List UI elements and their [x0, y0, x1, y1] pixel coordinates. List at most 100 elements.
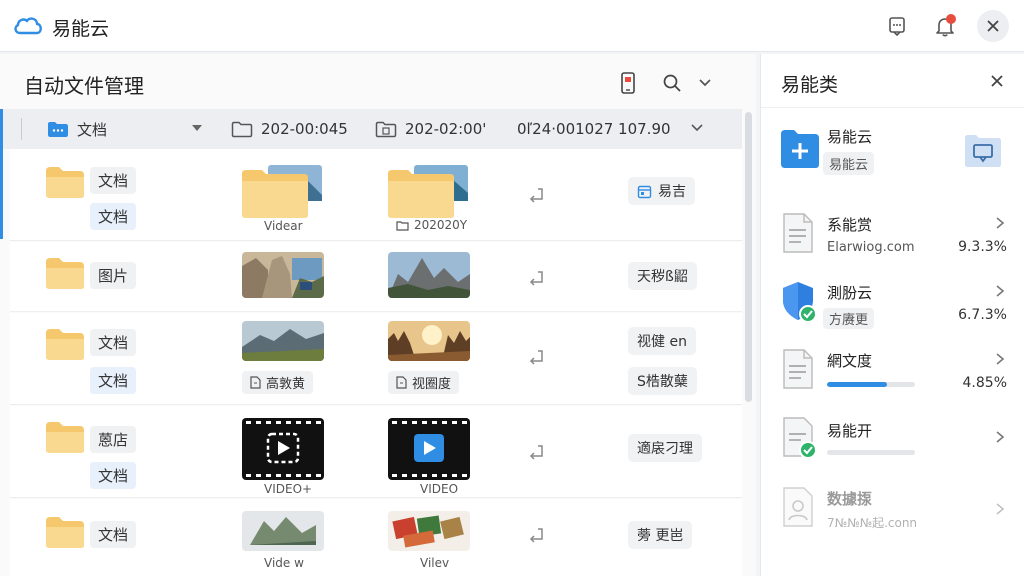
path-bar: 文档 202-00:045 202-02:00' 0ľ24·001027 107… [0, 109, 742, 149]
path-segment-3[interactable]: 202-02:00' [375, 109, 486, 149]
user-document-icon [783, 487, 813, 527]
link-icon[interactable] [524, 347, 546, 367]
folder-photo-thumbnail[interactable] [388, 163, 470, 219]
side-item-4[interactable]: 易能开 [779, 416, 1007, 466]
notifications-button[interactable] [930, 11, 960, 41]
side-item-3[interactable]: 網文度 4.85% [779, 348, 1007, 398]
status-label: S梏散蘖 [637, 374, 688, 390]
thumbnail-caption: 202020Y [414, 218, 468, 232]
calendar-icon [637, 185, 652, 198]
divider [21, 118, 22, 140]
path-segment-label: 202-02:00' [405, 120, 487, 138]
scrollbar[interactable] [745, 112, 752, 402]
title-bar: 易能云 [0, 0, 1024, 52]
thumbnail-caption: Vilev [420, 556, 450, 570]
status-chip[interactable]: 蒡 更岜 [628, 521, 693, 549]
folder-outline-icon [231, 121, 253, 138]
thumbnail-caption: 高敦黄 [266, 377, 306, 392]
file-row[interactable]: 文档 Vide w Vilev 蒡 更岜 [10, 499, 742, 576]
side-item-sub: 7№№№起.conn [827, 516, 918, 530]
document-icon [783, 349, 813, 389]
phone-icon [621, 72, 635, 94]
file-row[interactable]: 文档 文档 高敦黄 视圈度 视健 en S梏散蘖 [10, 313, 742, 405]
file-row[interactable]: 文档 文档 Videar 202020Y 易吉 [10, 149, 742, 241]
document-check-icon [783, 417, 817, 459]
file-tag: 文档 [90, 367, 137, 394]
chevron-down-icon[interactable] [691, 124, 703, 133]
link-icon[interactable] [524, 185, 546, 205]
side-item-name: 系能赏 [827, 216, 873, 234]
side-item-value: 4.85% [962, 375, 1007, 391]
notification-badge [946, 14, 956, 24]
folder-icon [46, 167, 84, 198]
progress-bar [827, 382, 915, 387]
close-icon[interactable] [988, 72, 1006, 90]
thumbnail-caption: Vide w [264, 556, 304, 570]
status-chip[interactable]: 视健 en [628, 327, 696, 355]
path-segment-4[interactable]: 0ľ24·001027 107.90 [517, 109, 671, 149]
side-item-name: 易能开 [827, 422, 873, 440]
folder-icon [46, 258, 84, 289]
status-chip[interactable]: 天秽ß鼦 [628, 262, 697, 290]
link-icon[interactable] [524, 525, 546, 545]
folder-small-icon [396, 220, 409, 231]
landscape-photo-thumbnail[interactable] [242, 321, 324, 361]
document-icon [783, 213, 813, 253]
folder-photo-thumbnail[interactable] [242, 163, 324, 219]
food-photo-thumbnail[interactable] [388, 511, 470, 551]
folder-chat-icon [48, 122, 68, 137]
side-panel-title: 易能类 [781, 74, 839, 96]
close-icon [987, 20, 999, 32]
feedback-button[interactable] [882, 11, 912, 41]
side-item-value: 9.3.3% [958, 239, 1007, 255]
path-dropdown-icon[interactable] [191, 124, 203, 133]
mountain-photo-thumbnail[interactable] [388, 252, 470, 298]
thumbnail-caption: VIDEO [420, 482, 459, 496]
side-item-2[interactable]: 測肦云 方赓更 6.7.3% [779, 280, 1007, 330]
search-button[interactable] [662, 70, 682, 96]
close-window-button[interactable] [977, 10, 1009, 42]
options-dropdown-button[interactable] [698, 70, 712, 96]
sunset-forest-thumbnail[interactable] [388, 321, 470, 361]
chevron-right-icon [996, 431, 1005, 443]
side-item-1[interactable]: 系能赏 Elarwiog.com 9.3.3% [779, 212, 1007, 262]
file-row[interactable]: 蒽店 文档 VIDEO+ VIDEO 適扆刁理 [10, 406, 742, 498]
path-segment-docs[interactable]: 文档 [47, 109, 107, 149]
side-item-cloud[interactable]: 易能云 易能云 [779, 124, 1007, 184]
cast-folder-icon[interactable] [963, 132, 1003, 168]
path-segment-label: 文档 [77, 120, 108, 139]
side-item-5[interactable]: 数據揼 7№№№起.conn [779, 486, 1007, 536]
file-row[interactable]: 图片 天秽ß鼦 [10, 242, 742, 312]
chevron-right-icon [996, 353, 1005, 365]
side-item-name: 網文度 [827, 352, 873, 370]
path-segment-2[interactable]: 202-00:045 [231, 109, 348, 149]
side-item-value: 6.7.3% [958, 307, 1007, 323]
status-chip-secondary[interactable]: S梏散蘖 [628, 367, 697, 395]
link-icon[interactable] [524, 442, 546, 462]
thumbnail-caption: Videar [264, 219, 303, 233]
thumbnail-caption: VIDEO+ [264, 482, 313, 496]
file-manager-panel: 自动文件管理 文档 202-00:045 202-02:00' 0ľ24·001… [0, 54, 756, 576]
side-item-name: 測肦云 [827, 284, 873, 302]
landscape-photo-thumbnail[interactable] [242, 511, 324, 551]
add-folder-icon [781, 130, 819, 168]
progress-bar-fill [827, 382, 887, 387]
chevron-down-icon [699, 79, 711, 87]
video-thumbnail[interactable] [388, 418, 470, 480]
folder-icon [46, 329, 84, 360]
file-name: 图片 [90, 262, 137, 289]
status-chip[interactable]: 易吉 [628, 177, 695, 205]
document-icon [250, 376, 261, 389]
side-item-sub: 易能云 [823, 152, 875, 175]
side-item-sub: Elarwiog.com [827, 240, 915, 255]
photo-collage-thumbnail[interactable] [242, 252, 324, 298]
status-chip[interactable]: 適扆刁理 [628, 434, 702, 462]
device-button[interactable] [618, 70, 638, 96]
page-title: 自动文件管理 [24, 74, 144, 98]
status-label: 天秽ß鼦 [637, 269, 688, 285]
file-name: 文档 [90, 167, 137, 194]
link-icon[interactable] [524, 268, 546, 288]
file-name: 蒽店 [90, 426, 137, 453]
video-thumbnail[interactable] [242, 418, 324, 480]
shield-check-icon [783, 282, 817, 323]
